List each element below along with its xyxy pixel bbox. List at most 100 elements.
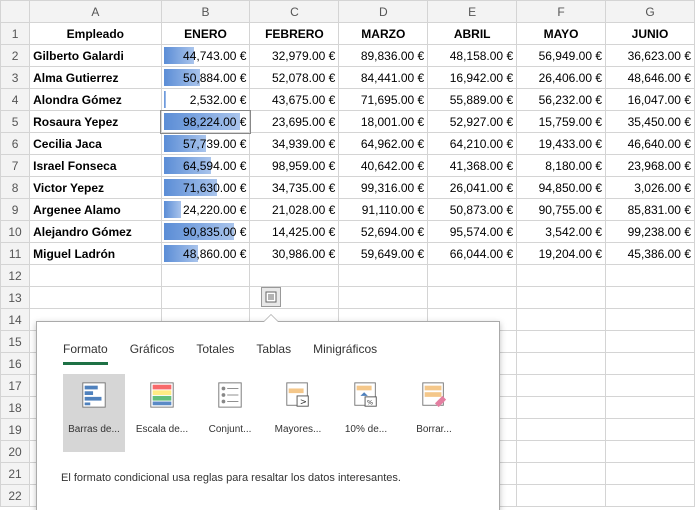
may-cell[interactable]: 15,759.00 € [516,110,607,133]
quick-analysis-button[interactable] [261,287,281,307]
feb-cell[interactable]: 34,939.00 € [249,132,340,155]
feb-cell[interactable]: 43,675.00 € [249,88,340,111]
jun-cell[interactable]: 3,026.00 € [605,176,695,199]
empty-cell[interactable] [516,374,607,397]
empty-cell[interactable] [338,286,429,309]
header-cell[interactable]: MARZO [338,22,429,45]
option-data-bars[interactable]: Barras de... [63,374,125,452]
employee-name-cell[interactable]: Alma Gutierrez [29,66,162,89]
enero-cell[interactable]: 44,743.00 € [160,44,251,67]
tab-tablas[interactable]: Tablas [256,342,291,365]
enero-cell[interactable]: 98,224.00 € [160,109,251,134]
may-cell[interactable]: 26,406.00 € [516,66,607,89]
row-header[interactable]: 16 [0,352,31,375]
option-top-ten[interactable]: % 10% de... [335,374,397,452]
mar-cell[interactable]: 18,001.00 € [338,110,429,133]
employee-name-cell[interactable]: Rosaura Yepez [29,110,162,133]
mar-cell[interactable]: 71,695.00 € [338,88,429,111]
empty-cell[interactable] [605,462,695,485]
mar-cell[interactable]: 64,962.00 € [338,132,429,155]
empty-cell[interactable] [160,264,251,287]
enero-cell[interactable]: 48,860.00 € [160,242,251,265]
may-cell[interactable]: 19,433.00 € [516,132,607,155]
empty-cell[interactable] [605,308,695,331]
may-cell[interactable]: 94,850.00 € [516,176,607,199]
empty-cell[interactable] [516,286,607,309]
may-cell[interactable]: 3,542.00 € [516,220,607,243]
empty-cell[interactable] [29,264,162,287]
abr-cell[interactable]: 95,574.00 € [427,220,518,243]
header-cell[interactable]: ABRIL [427,22,518,45]
jun-cell[interactable]: 85,831.00 € [605,198,695,221]
column-header-c[interactable]: C [249,0,340,23]
empty-cell[interactable] [605,374,695,397]
employee-name-cell[interactable]: Victor Yepez [29,176,162,199]
row-header[interactable]: 6 [0,132,31,155]
feb-cell[interactable]: 30,986.00 € [249,242,340,265]
empty-cell[interactable] [427,264,518,287]
empty-cell[interactable] [605,352,695,375]
employee-name-cell[interactable]: Cecilia Jaca [29,132,162,155]
mar-cell[interactable]: 59,649.00 € [338,242,429,265]
empty-cell[interactable] [605,264,695,287]
may-cell[interactable]: 56,232.00 € [516,88,607,111]
enero-cell[interactable]: 50,884.00 € [160,66,251,89]
feb-cell[interactable]: 32,979.00 € [249,44,340,67]
column-header-a[interactable]: A [29,0,162,23]
tab-totales[interactable]: Totales [196,342,234,365]
enero-cell[interactable]: 90,835.00 € [160,220,251,243]
empty-cell[interactable] [160,286,251,309]
column-header-g[interactable]: G [605,0,695,23]
empty-cell[interactable] [516,418,607,441]
header-cell[interactable]: ENERO [160,22,251,45]
feb-cell[interactable]: 98,959.00 € [249,154,340,177]
row-header[interactable]: 5 [0,110,31,133]
empty-cell[interactable] [516,264,607,287]
option-clear-format[interactable]: Borrar... [403,374,465,452]
empty-cell[interactable] [605,286,695,309]
jun-cell[interactable]: 35,450.00 € [605,110,695,133]
jun-cell[interactable]: 48,646.00 € [605,66,695,89]
header-cell[interactable]: JUNIO [605,22,695,45]
row-header[interactable]: 10 [0,220,31,243]
enero-cell[interactable]: 71,630.00 € [160,176,251,199]
tab-graficos[interactable]: Gráficos [130,342,175,365]
row-header[interactable]: 18 [0,396,31,419]
feb-cell[interactable]: 34,735.00 € [249,176,340,199]
header-cell[interactable]: MAYO [516,22,607,45]
select-all-corner[interactable] [0,0,31,23]
may-cell[interactable]: 8,180.00 € [516,154,607,177]
column-header-b[interactable]: B [160,0,251,23]
employee-name-cell[interactable]: Alondra Gómez [29,88,162,111]
mar-cell[interactable]: 40,642.00 € [338,154,429,177]
row-header[interactable]: 4 [0,88,31,111]
employee-name-cell[interactable]: Miguel Ladrón [29,242,162,265]
column-header-d[interactable]: D [338,0,429,23]
employee-name-cell[interactable]: Gilberto Galardi [29,44,162,67]
mar-cell[interactable]: 52,694.00 € [338,220,429,243]
row-header[interactable]: 13 [0,286,31,309]
empty-cell[interactable] [29,286,162,309]
empty-cell[interactable] [605,396,695,419]
row-header[interactable]: 12 [0,264,31,287]
option-color-scale[interactable]: Escala de... [131,374,193,452]
tab-formato[interactable]: Formato [63,342,108,365]
mar-cell[interactable]: 99,316.00 € [338,176,429,199]
jun-cell[interactable]: 23,968.00 € [605,154,695,177]
empty-cell[interactable] [249,264,340,287]
empty-cell[interactable] [605,440,695,463]
abr-cell[interactable]: 50,873.00 € [427,198,518,221]
row-header[interactable]: 2 [0,44,31,67]
feb-cell[interactable]: 14,425.00 € [249,220,340,243]
feb-cell[interactable]: 21,028.00 € [249,198,340,221]
enero-cell[interactable]: 2,532.00 € [160,88,251,111]
empty-cell[interactable] [605,418,695,441]
abr-cell[interactable]: 26,041.00 € [427,176,518,199]
abr-cell[interactable]: 48,158.00 € [427,44,518,67]
empty-cell[interactable] [605,330,695,353]
jun-cell[interactable]: 99,238.00 € [605,220,695,243]
mar-cell[interactable]: 91,110.00 € [338,198,429,221]
feb-cell[interactable]: 52,078.00 € [249,66,340,89]
employee-name-cell[interactable]: Israel Fonseca [29,154,162,177]
mar-cell[interactable]: 89,836.00 € [338,44,429,67]
